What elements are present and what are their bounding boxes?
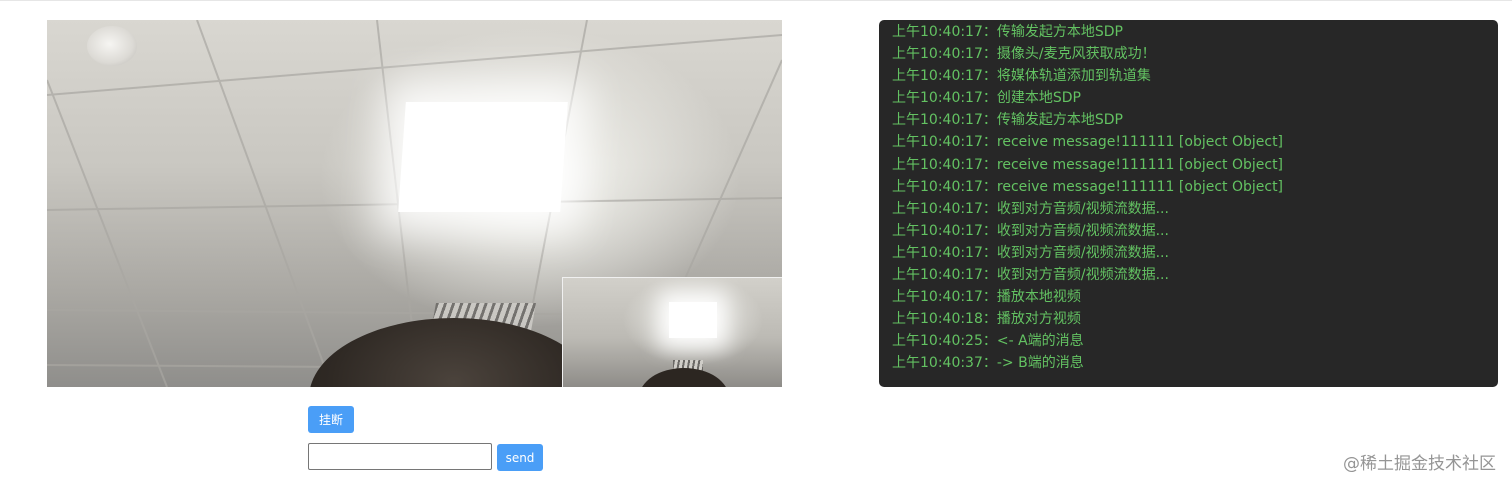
log-entry: 上午10:40:37：-> B端的消息 — [892, 355, 1084, 372]
log-entry: 上午10:40:17：传输发起方本地SDP — [892, 112, 1123, 129]
log-entry: 上午10:40:17：receive message!111111 [objec… — [892, 134, 1284, 151]
log-entry: 上午10:40:18：播放对方视频 — [892, 311, 1081, 328]
local-person-head — [639, 368, 729, 387]
hangup-button[interactable]: 挂断 — [308, 406, 354, 433]
ceiling-light — [398, 102, 568, 212]
log-entry: 上午10:40:17：收到对方音频/视频流数据... — [892, 200, 1169, 217]
log-entry: 上午10:40:17：收到对方音频/视频流数据... — [892, 244, 1169, 261]
log-entry: 上午10:40:17：收到对方音频/视频流数据... — [892, 267, 1169, 284]
log-entry: 上午10:40:17：receive message!111111 [objec… — [892, 178, 1284, 195]
log-entry: 上午10:40:17：将媒体轨道添加到轨道集 — [892, 68, 1151, 85]
log-entry: 上午10:40:17：摄像头/麦克风获取成功！ — [892, 46, 1156, 63]
log-entry: 上午10:40:25：<- A端的消息 — [892, 333, 1084, 350]
log-entry: 上午10:40:17：收到对方音频/视频流数据... — [892, 222, 1169, 239]
smoke-detector — [87, 26, 137, 66]
log-entry: 上午10:40:17：receive message!111111 [objec… — [892, 156, 1284, 173]
local-video — [562, 277, 782, 387]
local-ceiling-light — [669, 302, 717, 338]
watermark: @稀土掘金技术社区 — [1343, 454, 1496, 474]
message-input[interactable] — [308, 443, 492, 470]
top-divider — [0, 0, 1512, 1]
log-entry: 上午10:40:17：播放本地视频 — [892, 289, 1081, 306]
log-panel: 上午10:40:17：传输发起方本地SDP 上午10:40:17：摄像头/麦克风… — [879, 20, 1498, 387]
send-button[interactable]: send — [497, 444, 543, 471]
log-entry: 上午10:40:17：传输发起方本地SDP — [892, 24, 1123, 40]
log-entry: 上午10:40:17：创建本地SDP — [892, 90, 1081, 107]
